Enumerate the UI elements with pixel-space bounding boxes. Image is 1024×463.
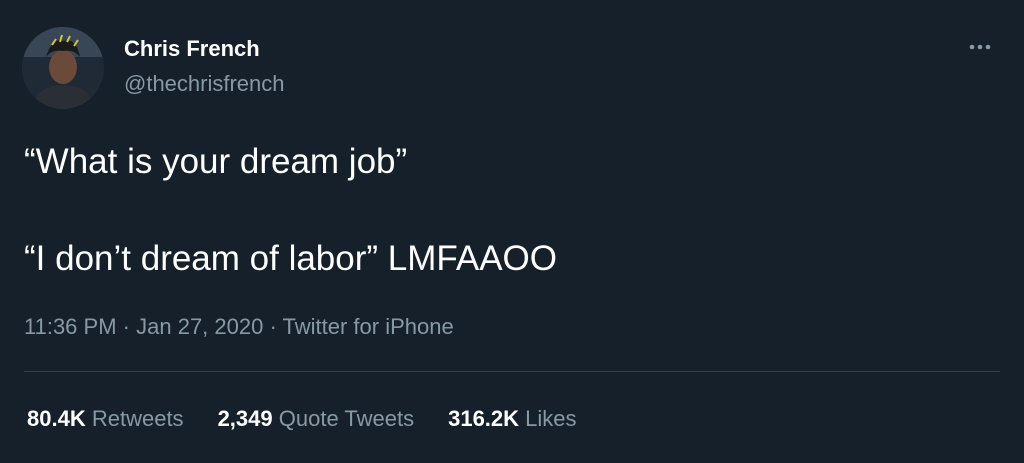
tweet-text: “What is your dream job” “I don’t dream … bbox=[24, 138, 984, 283]
quote-tweets-count: 2,349 bbox=[217, 406, 273, 431]
tweet-metadata: 11:36 PM · Jan 27, 2020 · Twitter for iP… bbox=[24, 313, 454, 341]
likes-count: 316.2K bbox=[448, 406, 520, 431]
author-name[interactable]: Chris French bbox=[124, 35, 260, 63]
quote-tweets-label: Quote Tweets bbox=[278, 406, 415, 431]
retweets-stat[interactable]: 80.4K Retweets bbox=[27, 405, 184, 433]
meta-separator: · bbox=[122, 314, 130, 339]
more-button[interactable] bbox=[960, 32, 1000, 62]
meta-separator: · bbox=[269, 314, 277, 339]
tweet-text-line: “I don’t dream of labor” LMFAAOO bbox=[24, 239, 557, 278]
more-horizontal-icon bbox=[969, 44, 991, 50]
likes-label: Likes bbox=[525, 406, 577, 431]
tweet-text-line: “What is your dream job” bbox=[24, 142, 408, 181]
quote-tweets-stat[interactable]: 2,349 Quote Tweets bbox=[218, 405, 415, 433]
tweet-time[interactable]: 11:36 PM bbox=[24, 314, 117, 339]
author-handle[interactable]: @thechrisfrench bbox=[124, 70, 285, 98]
tweet-source[interactable]: Twitter for iPhone bbox=[283, 314, 454, 339]
retweets-label: Retweets bbox=[91, 406, 184, 431]
divider bbox=[24, 371, 1000, 372]
tweet-date[interactable]: Jan 27, 2020 bbox=[136, 314, 263, 339]
likes-stat[interactable]: 316.2K Likes bbox=[448, 405, 576, 433]
tweet-card: Chris French @thechrisfrench “What is yo… bbox=[0, 0, 1024, 463]
avatar[interactable] bbox=[22, 27, 104, 109]
tweet-stats: 80.4K Retweets 2,349 Quote Tweets 316.2K… bbox=[27, 405, 577, 433]
avatar-image bbox=[22, 27, 104, 109]
retweets-count: 80.4K bbox=[27, 406, 86, 431]
